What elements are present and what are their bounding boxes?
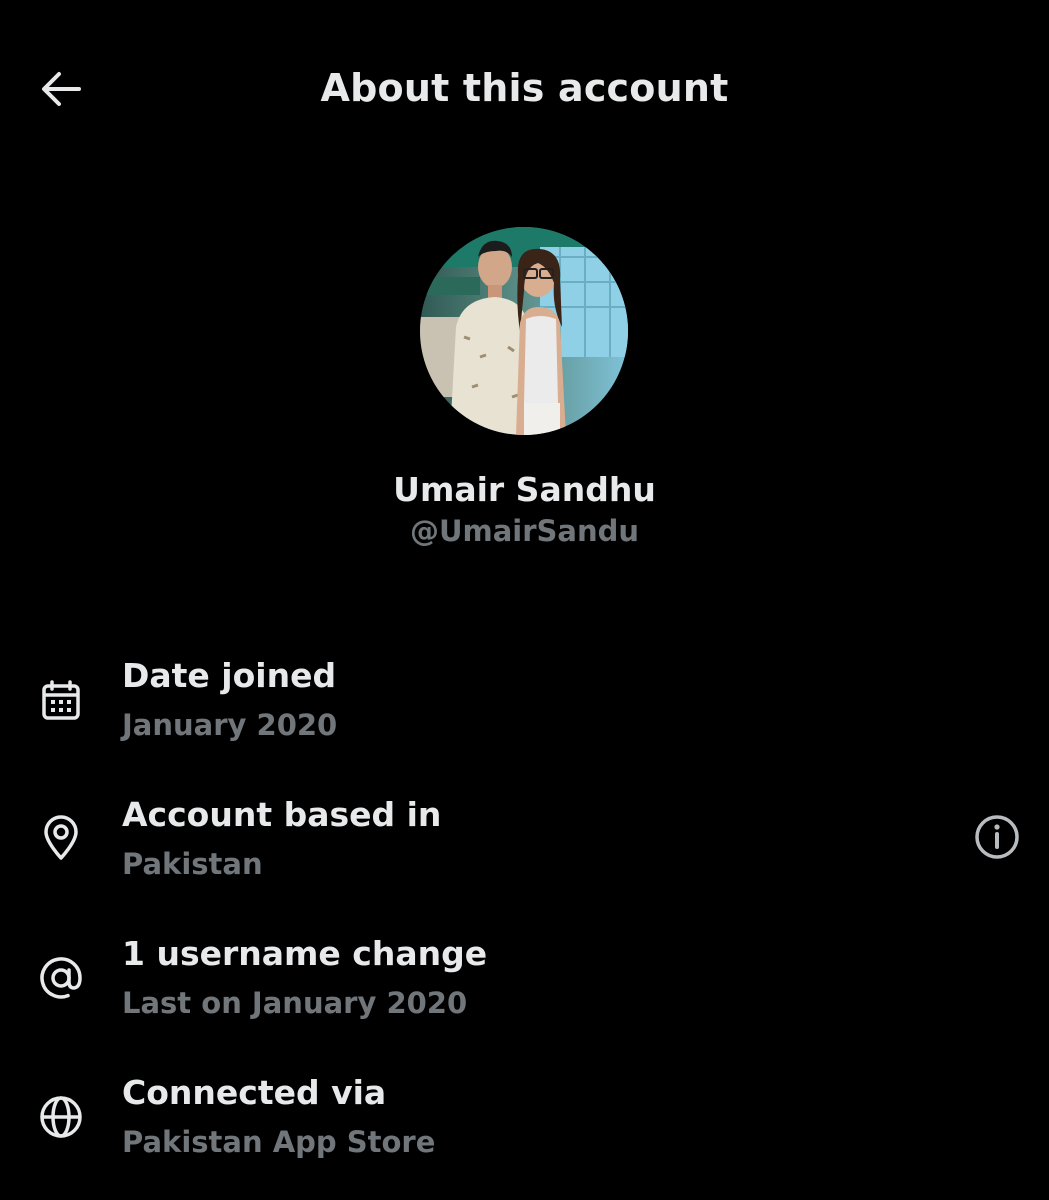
- location-pin-icon: [36, 813, 86, 863]
- username-change-label: 1 username change: [122, 934, 488, 973]
- profile-photo: [420, 227, 628, 435]
- date-joined-value: January 2020: [122, 708, 338, 742]
- info-button[interactable]: [970, 810, 1024, 864]
- username-change-value: Last on January 2020: [122, 986, 468, 1020]
- username-change-row: 1 username change Last on January 2020: [0, 928, 1049, 1048]
- date-joined-row: Date joined January 2020: [0, 650, 1049, 770]
- globe-icon: [36, 1092, 86, 1142]
- at-sign-icon: [36, 953, 86, 1003]
- calendar-icon: [36, 676, 86, 726]
- username-handle: @UmairSandu: [409, 514, 640, 548]
- account-based-in-value: Pakistan: [122, 847, 263, 881]
- account-based-in-label: Account based in: [122, 795, 442, 834]
- display-name: Umair Sandhu: [393, 470, 656, 509]
- top-bar: About this account: [0, 0, 1049, 178]
- date-joined-label: Date joined: [122, 656, 337, 695]
- connected-via-value: Pakistan App Store: [122, 1125, 436, 1159]
- avatar[interactable]: [420, 227, 628, 435]
- account-based-in-row: Account based in Pakistan: [0, 789, 1049, 909]
- connected-via-row: Connected via Pakistan App Store: [0, 1067, 1049, 1187]
- info-circle-icon: [975, 815, 1019, 859]
- connected-via-label: Connected via: [122, 1073, 387, 1112]
- page-title: About this account: [320, 66, 729, 110]
